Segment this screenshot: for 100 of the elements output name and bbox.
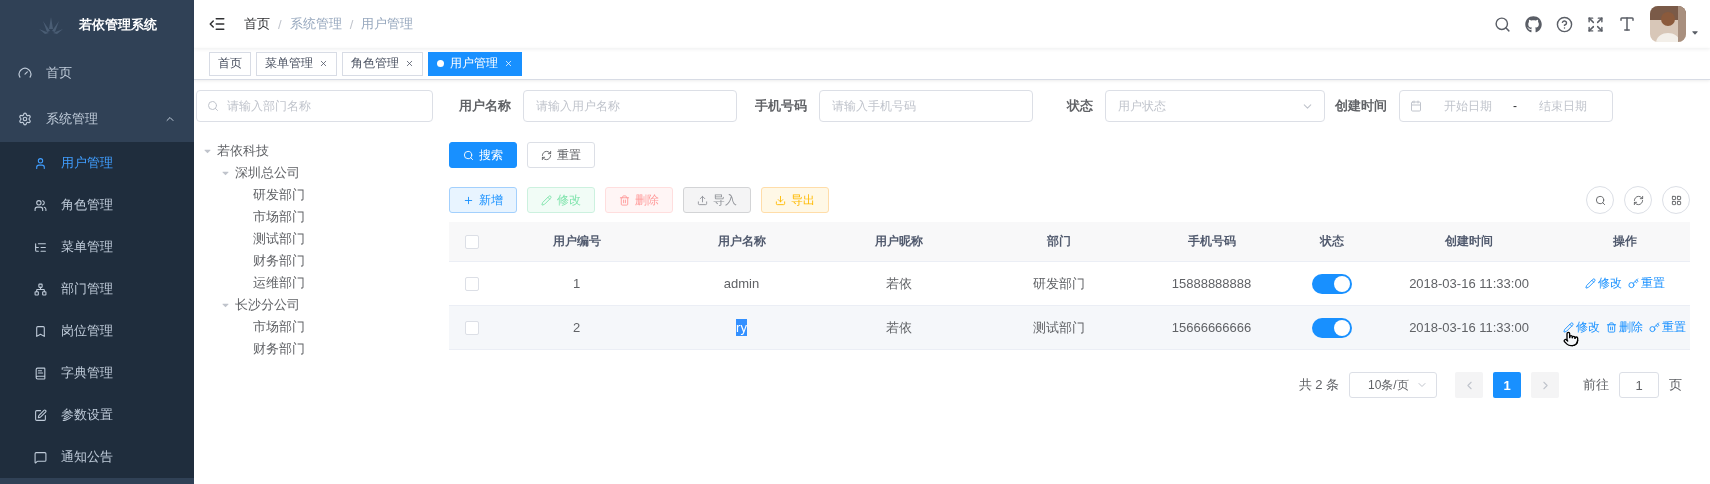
columns-button[interactable] bbox=[1662, 186, 1690, 214]
page-size-select[interactable]: 10条/页 bbox=[1349, 372, 1437, 398]
key-icon bbox=[1649, 322, 1660, 333]
refresh-button[interactable] bbox=[1624, 186, 1652, 214]
edit-icon bbox=[34, 408, 47, 422]
github-icon[interactable] bbox=[1525, 15, 1542, 33]
tree-node[interactable]: 长沙分公司 bbox=[196, 294, 433, 316]
pencil-icon bbox=[541, 194, 552, 206]
tab[interactable]: 首页 bbox=[209, 51, 251, 76]
table-cell-text: 2018-03-16 11:33:00 bbox=[1408, 276, 1530, 291]
table-cell-text: 2 bbox=[571, 320, 582, 335]
table-cell-text: 研发部门 bbox=[1032, 274, 1086, 293]
refresh-icon bbox=[1632, 194, 1644, 206]
bookmark-icon bbox=[34, 324, 47, 338]
column-header: 用户编号 bbox=[551, 233, 602, 250]
close-icon[interactable] bbox=[319, 59, 328, 68]
column-header: 部门 bbox=[1046, 233, 1072, 250]
breadcrumb-separator: / bbox=[278, 16, 282, 32]
submenu-item[interactable]: 角色管理 bbox=[0, 184, 194, 226]
tab[interactable]: 角色管理 bbox=[342, 51, 423, 76]
close-icon[interactable] bbox=[405, 59, 414, 68]
column-header: 手机号码 bbox=[1186, 233, 1237, 250]
download-icon bbox=[775, 194, 786, 206]
tree-node[interactable]: 测试部门 bbox=[196, 228, 433, 250]
table-cell-text: 2018-03-16 11:33:00 bbox=[1408, 320, 1530, 335]
date-range-field[interactable]: 开始日期 - 结束日期 bbox=[1399, 90, 1613, 122]
tree-node[interactable]: 运维部门 bbox=[196, 272, 433, 294]
status-switch[interactable] bbox=[1311, 317, 1352, 338]
submenu-item[interactable]: 通知公告 bbox=[0, 436, 194, 478]
submenu-item[interactable]: 参数设置 bbox=[0, 394, 194, 436]
table-cell-text: admin bbox=[722, 275, 761, 292]
submenu-item[interactable]: 字典管理 bbox=[0, 352, 194, 394]
checkbox[interactable] bbox=[465, 276, 479, 291]
tree-node[interactable]: 深圳总公司 bbox=[196, 162, 433, 184]
sitemap-icon bbox=[34, 282, 47, 296]
fullscreen-icon[interactable] bbox=[1587, 15, 1604, 33]
font-size-icon[interactable] bbox=[1618, 15, 1636, 33]
submenu-item[interactable]: 用户管理 bbox=[0, 142, 194, 184]
text-input[interactable]: 请输入用户名称 bbox=[534, 98, 726, 114]
users-icon bbox=[34, 198, 47, 212]
action-link[interactable]: 修改 bbox=[1584, 275, 1622, 292]
grid-icon bbox=[1670, 194, 1682, 206]
trash-icon bbox=[619, 194, 630, 206]
pencil-icon bbox=[1584, 278, 1596, 289]
search-field[interactable]: 请输入部门名称 bbox=[196, 90, 433, 122]
table-cell-text: 若依 bbox=[885, 274, 913, 293]
text-input[interactable]: 开始日期 bbox=[1428, 98, 1507, 114]
submenu-item[interactable]: 岗位管理 bbox=[0, 310, 194, 352]
search-icon bbox=[463, 149, 474, 161]
status-switch[interactable] bbox=[1311, 273, 1352, 294]
user-icon bbox=[34, 156, 47, 170]
checkbox[interactable] bbox=[465, 320, 479, 335]
refresh-icon bbox=[541, 149, 552, 161]
input-field[interactable]: 请输入手机号码 bbox=[819, 90, 1033, 122]
message-icon bbox=[34, 450, 47, 464]
upload-icon bbox=[697, 194, 708, 206]
text-input[interactable]: 用户状态 bbox=[1116, 98, 1295, 114]
text-input[interactable]: 请输入部门名称 bbox=[225, 98, 422, 114]
text-input[interactable]: 请输入手机号码 bbox=[830, 98, 1022, 114]
tree-node[interactable]: 若依科技 bbox=[196, 140, 433, 162]
filter-label: 用户名称 bbox=[459, 97, 511, 115]
table-cell-text: 15666666666 bbox=[1170, 320, 1253, 335]
settings-icon bbox=[18, 112, 32, 126]
tree-node[interactable]: 财务部门 bbox=[196, 338, 433, 360]
table-cell-text: 15888888888 bbox=[1170, 276, 1253, 291]
submenu-item[interactable]: 部门管理 bbox=[0, 268, 194, 310]
input-field[interactable]: 请输入用户名称 bbox=[523, 90, 737, 122]
select-field[interactable]: 用户状态 bbox=[1105, 90, 1325, 122]
page-input[interactable]: 1 bbox=[1619, 372, 1659, 398]
text-input[interactable]: 结束日期 bbox=[1523, 98, 1602, 114]
column-header: 用户名称 bbox=[716, 233, 767, 250]
filter-label: 创建时间 bbox=[1335, 97, 1387, 115]
breadcrumb-item[interactable]: 首页 bbox=[244, 15, 270, 33]
search-toggle-button[interactable] bbox=[1586, 186, 1614, 214]
app-title: 若依管理系统 bbox=[79, 16, 157, 34]
search-icon[interactable] bbox=[1494, 15, 1511, 33]
tree-node[interactable]: 市场部门 bbox=[196, 316, 433, 338]
tree-node[interactable]: 市场部门 bbox=[196, 206, 433, 228]
book-icon bbox=[34, 366, 47, 380]
menu-icon[interactable] bbox=[208, 15, 226, 33]
tree-node[interactable]: 研发部门 bbox=[196, 184, 433, 206]
column-header: 操作 bbox=[1611, 233, 1638, 250]
list-icon bbox=[34, 240, 47, 254]
calendar-icon bbox=[1410, 100, 1422, 112]
checkbox[interactable] bbox=[465, 234, 479, 249]
table-cell-text: 若依 bbox=[885, 318, 913, 337]
trash-icon bbox=[1606, 322, 1617, 333]
submenu-item[interactable]: 菜单管理 bbox=[0, 226, 194, 268]
goto-label: 前往 bbox=[1583, 376, 1609, 394]
tree-node[interactable]: 财务部门 bbox=[196, 250, 433, 272]
key-icon bbox=[1627, 278, 1639, 289]
page-suffix: 页 bbox=[1669, 376, 1682, 394]
breadcrumb-separator: / bbox=[349, 16, 354, 32]
pencil-icon bbox=[1563, 322, 1574, 333]
action-link[interactable]: 重置 bbox=[1627, 275, 1665, 292]
reset-button[interactable]: 重置 bbox=[527, 142, 595, 168]
filter-label: 状态 bbox=[1067, 97, 1093, 115]
table-row[interactable]: 2 ry 若依 测试部门 15666666666 2018-03-16 11:33:00 修改 删除 重置 bbox=[449, 306, 1690, 350]
help-icon[interactable] bbox=[1556, 15, 1573, 33]
tab[interactable]: 菜单管理 bbox=[256, 51, 337, 76]
